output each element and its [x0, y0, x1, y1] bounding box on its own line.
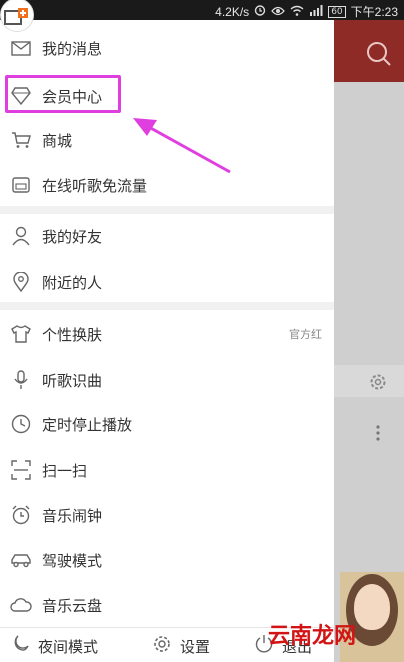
menu-item-messages[interactable]: 我的消息	[0, 26, 334, 70]
menu-item-label: 商城	[42, 131, 73, 150]
alarm-clock-icon	[10, 504, 32, 526]
clock-icon	[10, 413, 32, 435]
menu-item-label: 附近的人	[42, 273, 103, 292]
menu-item-driving-mode[interactable]: 驾驶模式	[0, 538, 334, 582]
section-divider	[0, 206, 334, 214]
microphone-icon	[10, 369, 32, 391]
cloud-icon	[10, 594, 32, 616]
menu-item-label: 音乐闹钟	[42, 506, 103, 525]
car-icon	[10, 549, 32, 571]
scan-icon	[10, 459, 32, 481]
location-pin-icon	[10, 271, 32, 293]
current-skin-value: 官方红	[289, 328, 322, 341]
menu-item-sleep-timer[interactable]: 定时停止播放	[0, 402, 334, 446]
menu-item-label: 我的好友	[42, 227, 103, 246]
watermark-text: 云南龙网	[268, 624, 357, 649]
menu-item-label: 扫一扫	[42, 461, 88, 480]
status-bar: 4.2K/s 60 下午2:23	[0, 0, 404, 32]
gear-icon[interactable]	[368, 372, 388, 396]
menu-item-music-alarm[interactable]: 音乐闹钟	[0, 493, 334, 537]
person-icon	[10, 225, 32, 247]
night-mode-label: 夜间模式	[38, 637, 99, 656]
wifi-icon	[290, 5, 304, 19]
eye-status-icon	[271, 5, 286, 19]
cart-icon	[10, 129, 32, 151]
gear-icon	[152, 634, 172, 658]
clock: 下午2:23	[350, 5, 398, 19]
sim-card-icon	[10, 174, 32, 196]
alarm-status-icon	[254, 4, 266, 19]
search-icon[interactable]	[365, 40, 393, 72]
settings-label: 设置	[180, 637, 211, 656]
battery-indicator: 60	[328, 5, 346, 18]
night-mode-button[interactable]: 夜间模式	[10, 630, 98, 662]
menu-item-label: 听歌识曲	[42, 371, 103, 390]
background-app	[334, 20, 404, 662]
menu-item-label: 驾驶模式	[42, 551, 103, 570]
section-divider	[0, 302, 334, 310]
screen-record-icon	[4, 8, 28, 25]
menu-item-identify-song[interactable]: 听歌识曲	[0, 358, 334, 402]
menu-item-label: 音乐云盘	[42, 596, 103, 615]
tshirt-icon	[10, 323, 32, 345]
signal-icon	[309, 4, 323, 19]
menu-item-nearby[interactable]: 附近的人	[0, 260, 334, 304]
settings-button[interactable]: 设置	[152, 630, 210, 662]
more-options-icon[interactable]	[375, 424, 381, 446]
menu-item-label: 定时停止播放	[42, 415, 133, 434]
mail-icon	[10, 37, 32, 59]
annotation-arrow	[133, 118, 231, 174]
highlight-box	[5, 75, 121, 113]
menu-item-scan[interactable]: 扫一扫	[0, 448, 334, 492]
moon-icon	[10, 634, 30, 658]
menu-item-skin[interactable]: 个性换肤 官方红	[0, 312, 334, 356]
menu-item-label: 个性换肤	[42, 325, 103, 344]
menu-item-friends[interactable]: 我的好友	[0, 214, 334, 258]
menu-item-label: 我的消息	[42, 39, 103, 58]
network-speed: 4.2K/s	[215, 4, 250, 19]
